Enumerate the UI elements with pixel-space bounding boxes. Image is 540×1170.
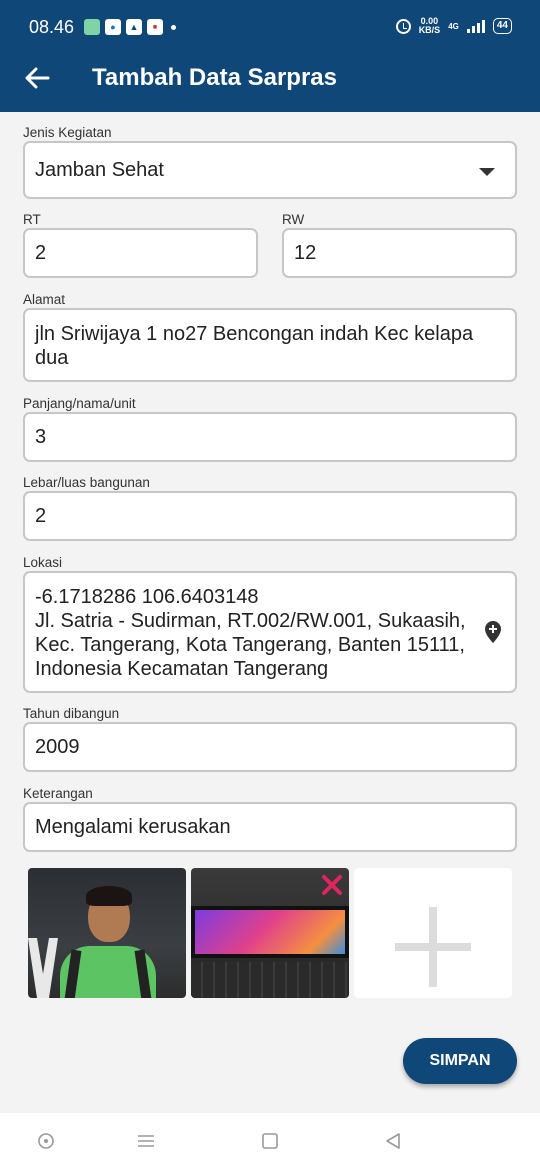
- alamat-label: Alamat: [23, 292, 66, 307]
- photo-background-letter: [28, 938, 58, 998]
- alarm-icon: [395, 18, 411, 34]
- lebar-value: 2: [35, 504, 47, 527]
- lebar-label: Lebar/luas bangunan: [23, 475, 150, 490]
- notification-icons: ● ▲ ■: [84, 19, 176, 35]
- tahun-label: Tahun dibangun: [23, 706, 120, 721]
- dropdown-arrow-icon: [479, 168, 495, 176]
- status-bar: 08.46 ● ▲ ■ 0.00 KB/S 4G 44: [0, 0, 540, 44]
- save-button[interactable]: SIMPAN: [403, 1038, 517, 1084]
- rw-label: RW: [282, 212, 305, 227]
- remove-icon[interactable]: [321, 874, 343, 896]
- photo-laptop-keyboard: [191, 962, 349, 998]
- photo-laptop-screen: [191, 906, 349, 958]
- rt-label: RT: [23, 212, 41, 227]
- status-right: 0.00 KB/S 4G 44: [395, 17, 512, 35]
- photo-thumbnail-laptop[interactable]: [191, 868, 349, 998]
- panjang-field[interactable]: 3: [23, 412, 517, 462]
- chat-notification-icon: [84, 19, 100, 35]
- panjang-label: Panjang/nama/unit: [23, 396, 136, 411]
- jenis-kegiatan-label: Jenis Kegiatan: [23, 125, 112, 140]
- tahun-value: 2009: [35, 735, 80, 758]
- network-type: 4G: [448, 21, 459, 31]
- add-photo-button[interactable]: [354, 868, 512, 998]
- back-arrow-icon[interactable]: [22, 63, 52, 93]
- system-nav-bar: [0, 1113, 540, 1170]
- battery-icon: 44: [492, 18, 512, 34]
- recents-icon[interactable]: [260, 1131, 280, 1151]
- back-icon[interactable]: [383, 1131, 403, 1151]
- signal-icon: [466, 19, 485, 33]
- rw-value: 12: [294, 241, 317, 264]
- add-icon: [395, 907, 471, 987]
- jenis-kegiatan-select[interactable]: Jamban Sehat: [23, 141, 517, 199]
- panjang-value: 3: [35, 425, 47, 448]
- lokasi-value: -6.1718286 106.6403148 Jl. Satria - Sudi…: [35, 586, 466, 680]
- keterangan-label: Keterangan: [23, 786, 93, 801]
- home-icon[interactable]: [36, 1131, 56, 1151]
- menu-icon[interactable]: [136, 1131, 156, 1151]
- tahun-field[interactable]: 2009: [23, 722, 517, 772]
- location-pin-icon[interactable]: [485, 621, 501, 643]
- more-notifications-icon: [171, 24, 176, 30]
- lokasi-label: Lokasi: [23, 555, 63, 570]
- page-title: Tambah Data Sarpras: [92, 64, 337, 91]
- keterangan-value: Mengalami kerusakan: [35, 815, 231, 838]
- keterangan-field[interactable]: Mengalami kerusakan: [23, 802, 517, 852]
- app-bar: Tambah Data Sarpras: [0, 44, 540, 112]
- jenis-kegiatan-value: Jamban Sehat: [35, 158, 164, 181]
- rt-field[interactable]: 2: [23, 228, 258, 278]
- net-speed-unit: KB/S: [418, 25, 441, 35]
- gallery-notification-icon: ▲: [126, 19, 142, 35]
- rw-field[interactable]: 12: [282, 228, 517, 278]
- app-notification-icon: ●: [105, 19, 121, 35]
- net-speed: 0.00 KB/S: [419, 17, 441, 35]
- lebar-field[interactable]: 2: [23, 491, 517, 541]
- alamat-value: jln Sriwijaya 1 no27 Bencongan indah Kec…: [35, 323, 474, 369]
- alamat-field[interactable]: jln Sriwijaya 1 no27 Bencongan indah Kec…: [23, 308, 517, 382]
- photo-person-hair: [86, 886, 132, 906]
- lokasi-field[interactable]: -6.1718286 106.6403148 Jl. Satria - Sudi…: [23, 571, 517, 693]
- status-time: 08.46: [29, 17, 75, 37]
- rt-value: 2: [35, 241, 47, 264]
- photo-thumbnail-person[interactable]: [28, 868, 186, 998]
- news-notification-icon: ■: [147, 19, 163, 35]
